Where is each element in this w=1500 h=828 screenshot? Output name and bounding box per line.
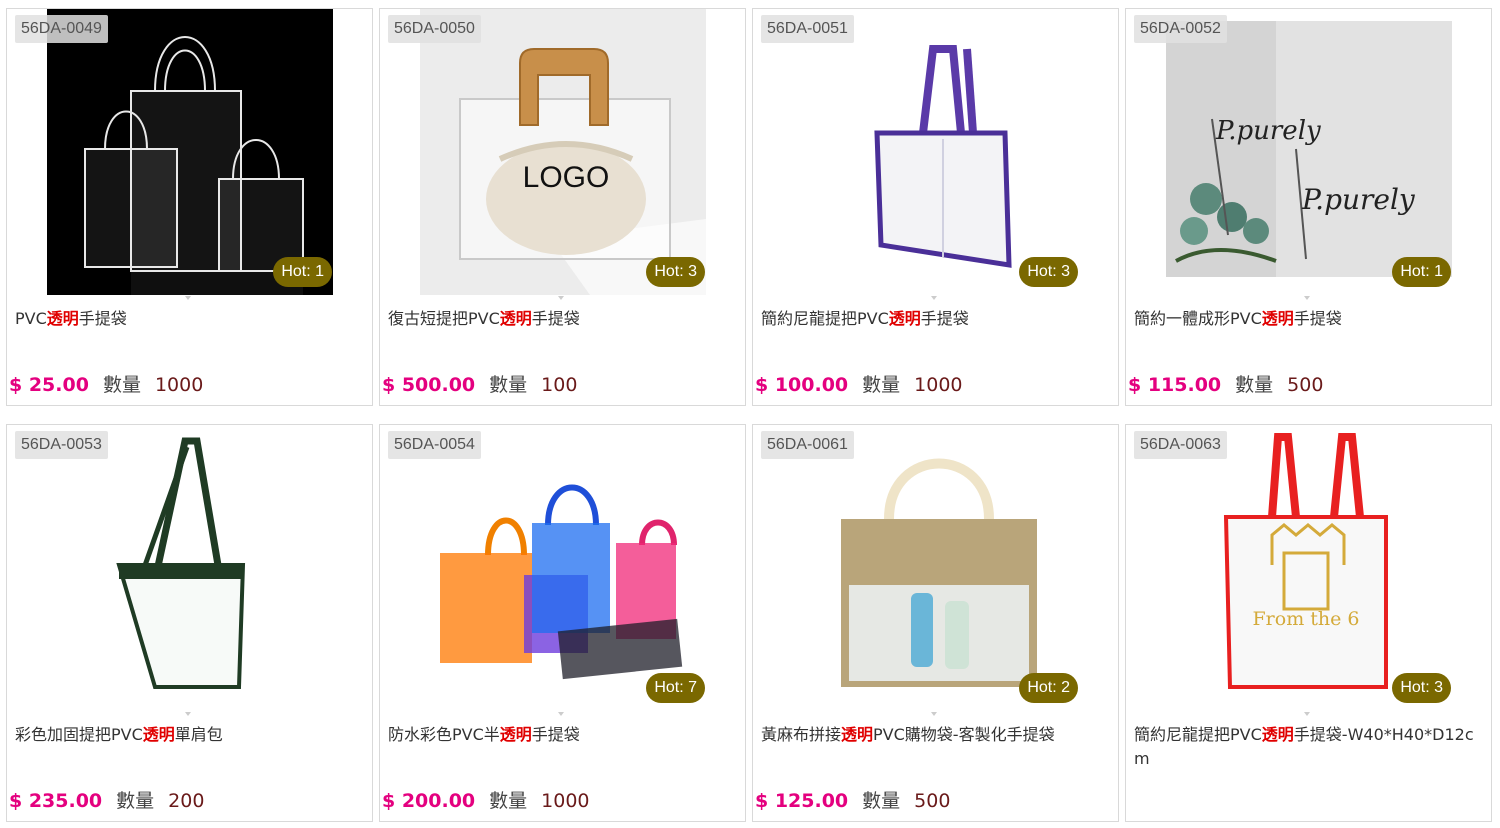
quantity-label: 數量 — [862, 374, 901, 396]
hot-badge: Hot: 1 — [1392, 257, 1451, 287]
product-title-link[interactable]: 黃麻布拼接透明PVC購物袋-客製化手提袋 — [761, 723, 1111, 747]
caret-down-icon — [558, 296, 564, 300]
price-row: $ 500.00 數量 100 — [382, 373, 577, 397]
product-price: $ 115.00 — [1128, 374, 1222, 396]
product-title-link[interactable]: 簡約尼龍提把PVC透明手提袋-W40*H40*D12cm — [1134, 723, 1484, 771]
product-card[interactable]: From the 6 56DA-0063 Hot: 3 簡約尼龍提把PVC透明手… — [1125, 424, 1492, 822]
green-trim-bag-photo[interactable] — [47, 425, 333, 711]
product-card[interactable]: 56DA-0054 Hot: 7 防水彩色PVC半透明手提袋 $ 200.00 數… — [379, 424, 746, 822]
product-card[interactable]: P.purely P.purely 56DA-0052 Hot: 1 簡約一體成… — [1125, 8, 1492, 406]
product-grid: 56DA-0049 Hot: 1 PVC透明手提袋 $ 25.00 數量 1000 … — [6, 8, 1494, 822]
caret-down-icon — [1304, 296, 1310, 300]
brand-text: From the 6 — [1252, 608, 1359, 630]
quantity-value: 1000 — [914, 374, 963, 396]
logo-text: LOGO — [523, 161, 610, 194]
product-code: 56DA-0050 — [388, 15, 481, 43]
product-title-link[interactable]: 簡約尼龍提把PVC透明手提袋 — [761, 307, 1111, 331]
price-row: $ 100.00 數量 1000 — [755, 373, 963, 397]
caret-down-icon — [931, 712, 937, 716]
quantity-label: 數量 — [489, 790, 528, 812]
product-price: $ 100.00 — [755, 374, 849, 396]
caret-down-icon — [185, 296, 191, 300]
svg-text:P.purely: P.purely — [1215, 116, 1321, 146]
product-image-area[interactable]: LOGO 56DA-0050 Hot: 3 — [380, 9, 745, 295]
product-card[interactable]: 56DA-0049 Hot: 1 PVC透明手提袋 $ 25.00 數量 1000 — [6, 8, 373, 406]
product-code: 56DA-0061 — [761, 431, 854, 459]
caret-down-icon — [185, 712, 191, 716]
product-card[interactable]: 56DA-0053 彩色加固提把PVC透明單肩包 $ 235.00 數量 200 — [6, 424, 373, 822]
price-row: $ 115.00 數量 500 — [1128, 373, 1323, 397]
caret-down-icon — [558, 712, 564, 716]
quantity-value: 500 — [914, 790, 951, 812]
quantity-value: 100 — [541, 374, 578, 396]
wooden-handle-bag-photo[interactable]: LOGO — [420, 9, 706, 295]
quantity-label: 數量 — [102, 374, 141, 396]
caret-down-icon — [1304, 712, 1310, 716]
quantity-value: 200 — [168, 790, 205, 812]
product-code: 56DA-0053 — [15, 431, 108, 459]
hot-badge: Hot: 3 — [646, 257, 705, 287]
product-price: $ 25.00 — [9, 374, 89, 396]
product-title-link[interactable]: PVC透明手提袋 — [15, 307, 365, 331]
product-card[interactable]: 56DA-0061 Hot: 2 黃麻布拼接透明PVC購物袋-客製化手提袋 $ … — [752, 424, 1119, 822]
price-row: $ 25.00 數量 1000 — [9, 373, 203, 397]
ppurely-bag-photo[interactable]: P.purely P.purely — [1166, 9, 1452, 295]
product-image-area[interactable]: 56DA-0051 Hot: 3 — [753, 9, 1118, 295]
product-title-link[interactable]: 簡約一體成形PVC透明手提袋 — [1134, 307, 1484, 331]
red-trim-bag-photo[interactable]: From the 6 — [1166, 425, 1452, 711]
svg-text:P.purely: P.purely — [1301, 183, 1416, 216]
product-title-link[interactable]: 彩色加固提把PVC透明單肩包 — [15, 723, 365, 747]
product-price: $ 125.00 — [755, 790, 849, 812]
product-card[interactable]: 56DA-0051 Hot: 3 簡約尼龍提把PVC透明手提袋 $ 100.00… — [752, 8, 1119, 406]
hot-badge: Hot: 3 — [1392, 673, 1451, 703]
hot-badge: Hot: 7 — [646, 673, 705, 703]
product-title-link[interactable]: 復古短提把PVC透明手提袋 — [388, 307, 738, 331]
product-code: 56DA-0049 — [15, 15, 108, 43]
hot-badge: Hot: 1 — [273, 257, 332, 287]
product-image-area[interactable]: 56DA-0049 Hot: 1 — [7, 9, 372, 295]
product-price: $ 235.00 — [9, 790, 103, 812]
product-code: 56DA-0054 — [388, 431, 481, 459]
quantity-label: 數量 — [489, 374, 528, 396]
product-image-area[interactable]: P.purely P.purely 56DA-0052 Hot: 1 — [1126, 9, 1491, 295]
product-code: 56DA-0051 — [761, 15, 854, 43]
product-image-area[interactable]: 56DA-0053 — [7, 425, 372, 711]
hot-badge: Hot: 2 — [1019, 673, 1078, 703]
price-row: $ 235.00 數量 200 — [9, 789, 204, 813]
product-code: 56DA-0052 — [1134, 15, 1227, 43]
clear-pvc-bags-photo[interactable] — [47, 9, 333, 295]
jute-window-bag-photo[interactable] — [793, 425, 1079, 711]
product-image-area[interactable]: 56DA-0061 Hot: 2 — [753, 425, 1118, 711]
product-price: $ 200.00 — [382, 790, 476, 812]
price-row: $ 200.00 數量 1000 — [382, 789, 590, 813]
product-image-area[interactable]: 56DA-0054 Hot: 7 — [380, 425, 745, 711]
purple-trim-bag-photo[interactable] — [793, 9, 1079, 295]
product-image-area[interactable]: From the 6 56DA-0063 Hot: 3 — [1126, 425, 1491, 711]
colorful-bags-photo[interactable] — [420, 425, 706, 711]
product-card[interactable]: LOGO 56DA-0050 Hot: 3 復古短提把PVC透明手提袋 $ 50… — [379, 8, 746, 406]
quantity-label: 數量 — [116, 790, 155, 812]
quantity-value: 500 — [1287, 374, 1324, 396]
quantity-label: 數量 — [1235, 374, 1274, 396]
hot-badge: Hot: 3 — [1019, 257, 1078, 287]
caret-down-icon — [931, 296, 937, 300]
product-title-link[interactable]: 防水彩色PVC半透明手提袋 — [388, 723, 738, 747]
product-code: 56DA-0063 — [1134, 431, 1227, 459]
quantity-label: 數量 — [862, 790, 901, 812]
quantity-value: 1000 — [541, 790, 590, 812]
product-price: $ 500.00 — [382, 374, 476, 396]
quantity-value: 1000 — [154, 374, 204, 396]
price-row: $ 125.00 數量 500 — [755, 789, 950, 813]
